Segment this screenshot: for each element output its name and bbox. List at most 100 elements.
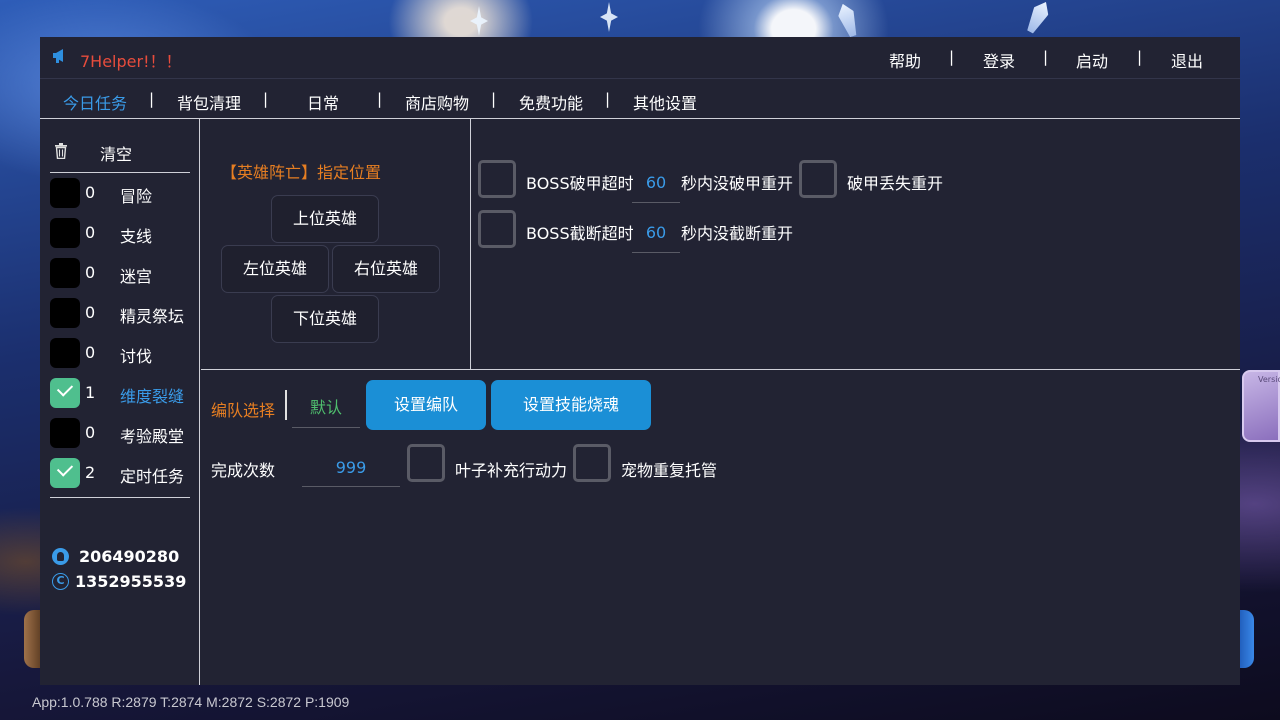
- completion-count-input[interactable]: [302, 449, 400, 487]
- background-sparkle: [470, 6, 488, 36]
- title-bar: 7Helper!！！ 帮助 | 登录 | 启动 | 退出: [40, 37, 1240, 79]
- boss-interrupt-checkbox[interactable]: [478, 210, 516, 248]
- qq-number: 206490280: [79, 547, 180, 566]
- pet-repeat-checkbox[interactable]: [573, 444, 611, 482]
- task-count: 0: [85, 223, 96, 242]
- tab-daily[interactable]: 日常: [307, 90, 339, 114]
- help-link[interactable]: 帮助: [889, 48, 921, 72]
- task-label: 支线: [120, 227, 153, 246]
- task-count: 1: [85, 383, 96, 402]
- task-checkbox[interactable]: [50, 378, 80, 408]
- set-team-button[interactable]: 设置编队: [366, 380, 486, 430]
- task-checkbox[interactable]: [50, 298, 80, 328]
- task-label: 考验殿堂: [120, 427, 185, 446]
- interrupt-timeout-input[interactable]: [632, 212, 680, 253]
- clear-button[interactable]: 清空: [50, 135, 190, 173]
- armor-lost-restart-checkbox[interactable]: [799, 160, 837, 198]
- task-row-timed-task[interactable]: 2 定时任务: [50, 458, 190, 488]
- boss-timeout-panel: BOSS破甲超时 秒内没破甲重开 破甲丢失重开 BOSS截断超时 秒内没截断重开: [472, 119, 1240, 369]
- menu-separator: |: [1137, 48, 1143, 66]
- tab-shop[interactable]: 商店购物: [405, 90, 469, 114]
- version-label: Version: [1258, 375, 1280, 384]
- task-sidebar: 清空 0 冒险 0 支线 0 迷宫 0 精灵祭坛 0 讨伐 1 维度裂缝 0 考…: [40, 119, 200, 685]
- exit-link[interactable]: 退出: [1171, 48, 1203, 72]
- task-count: 0: [85, 183, 96, 202]
- team-panel: 编队选择 设置编队 设置技能烧魂 完成次数 叶子补充行动力 宠物重复托管: [201, 370, 1240, 685]
- task-label: 精灵祭坛: [120, 307, 185, 326]
- tab-separator: |: [263, 90, 269, 108]
- task-label: 迷宫: [120, 267, 153, 286]
- copyright-number: 1352955539: [75, 572, 187, 591]
- version-thumbnail[interactable]: Version: [1242, 370, 1280, 442]
- bottom-hero-button[interactable]: 下位英雄: [271, 295, 379, 343]
- task-row-dimension-rift[interactable]: 1 维度裂缝: [50, 378, 190, 408]
- boss-interrupt-label: BOSS截断超时: [526, 224, 634, 243]
- tab-today-tasks[interactable]: 今日任务: [63, 90, 127, 114]
- status-bar-text: App:1.0.788 R:2879 T:2874 M:2872 S:2872 …: [32, 694, 350, 710]
- task-row-side-quest[interactable]: 0 支线: [50, 218, 190, 248]
- team-select-input[interactable]: [292, 384, 360, 428]
- trash-icon: [55, 143, 67, 159]
- task-label: 定时任务: [120, 467, 185, 486]
- task-label: 冒险: [120, 187, 153, 206]
- completion-count-label: 完成次数: [211, 461, 276, 480]
- left-hero-button[interactable]: 左位英雄: [221, 245, 329, 293]
- hero-position-title: 【英雄阵亡】指定位置: [221, 163, 382, 182]
- hero-position-panel: 【英雄阵亡】指定位置 上位英雄 左位英雄 右位英雄 下位英雄: [201, 119, 471, 369]
- login-link[interactable]: 登录: [983, 48, 1015, 72]
- task-label: 维度裂缝: [120, 387, 185, 406]
- background-side-tab-right: [1238, 610, 1254, 668]
- task-label: 讨伐: [120, 347, 153, 366]
- task-row-spirit-altar[interactable]: 0 精灵祭坛: [50, 298, 190, 328]
- clear-label: 清空: [100, 145, 133, 164]
- right-hero-button[interactable]: 右位英雄: [332, 245, 440, 293]
- start-link[interactable]: 启动: [1076, 48, 1108, 72]
- task-count: 0: [85, 423, 96, 442]
- copyright-icon: C: [52, 573, 69, 590]
- tab-separator: |: [149, 90, 155, 108]
- background-crystal: [835, 1, 861, 38]
- top-hero-button[interactable]: 上位英雄: [271, 195, 379, 243]
- menu-separator: |: [949, 48, 955, 66]
- tab-bar: 今日任务 | 背包清理 | 日常 | 商店购物 | 免费功能 | 其他设置: [40, 79, 1240, 119]
- leaf-refill-checkbox[interactable]: [407, 444, 445, 482]
- tab-other-settings[interactable]: 其他设置: [633, 90, 697, 114]
- task-checkbox[interactable]: [50, 218, 80, 248]
- pet-repeat-label: 宠物重复托管: [621, 461, 718, 480]
- app-title: 7Helper!！！: [80, 52, 182, 71]
- task-count: 0: [85, 263, 96, 282]
- armor-lost-restart-label: 破甲丢失重开: [847, 174, 944, 193]
- team-select-label: 编队选择: [211, 401, 276, 420]
- armor-break-suffix-label: 秒内没破甲重开: [681, 174, 794, 193]
- top-menu: 帮助 | 登录 | 启动 | 退出: [840, 37, 1240, 79]
- interrupt-suffix-label: 秒内没截断重开: [681, 224, 794, 243]
- sidebar-divider: [50, 497, 190, 498]
- tab-separator: |: [605, 90, 611, 108]
- task-checkbox[interactable]: [50, 178, 80, 208]
- task-count: 0: [85, 303, 96, 322]
- task-row-trial-hall[interactable]: 0 考验殿堂: [50, 418, 190, 448]
- task-checkbox[interactable]: [50, 258, 80, 288]
- task-row-maze[interactable]: 0 迷宫: [50, 258, 190, 288]
- boss-armor-break-checkbox[interactable]: [478, 160, 516, 198]
- task-row-crusade[interactable]: 0 讨伐: [50, 338, 190, 368]
- task-checkbox[interactable]: [50, 458, 80, 488]
- boss-armor-break-label: BOSS破甲超时: [526, 174, 634, 193]
- qq-icon: [52, 548, 69, 565]
- task-row-adventure[interactable]: 0 冒险: [50, 178, 190, 208]
- input-cursor-line: [285, 390, 287, 420]
- leaf-refill-label: 叶子补充行动力: [455, 461, 568, 480]
- task-count: 0: [85, 343, 96, 362]
- set-skill-burn-button[interactable]: 设置技能烧魂: [491, 380, 651, 430]
- armor-break-timeout-input[interactable]: [632, 162, 680, 203]
- task-count: 2: [85, 463, 96, 482]
- task-checkbox[interactable]: [50, 338, 80, 368]
- tab-free-features[interactable]: 免费功能: [519, 90, 583, 114]
- tab-backpack-cleanup[interactable]: 背包清理: [177, 90, 241, 114]
- tab-separator: |: [377, 90, 383, 108]
- background-crystal: [1023, 0, 1053, 36]
- task-checkbox[interactable]: [50, 418, 80, 448]
- menu-separator: |: [1043, 48, 1049, 66]
- megaphone-icon: [53, 49, 63, 63]
- helper-window: 7Helper!！！ 帮助 | 登录 | 启动 | 退出 今日任务 | 背包清理…: [40, 37, 1240, 685]
